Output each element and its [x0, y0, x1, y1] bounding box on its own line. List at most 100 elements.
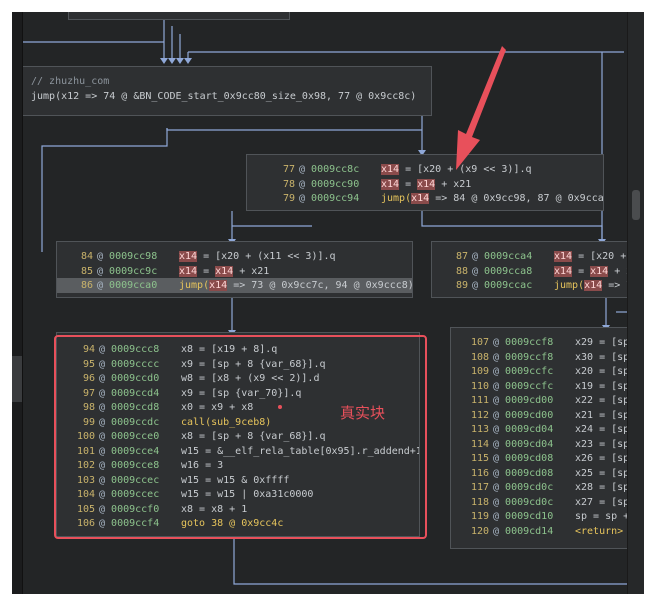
panel-grip[interactable]: [12, 356, 22, 402]
register-highlight: x14: [411, 193, 430, 204]
instruction-address: 0009cca8: [484, 265, 533, 277]
instruction-address: 0009ccac: [484, 280, 533, 291]
graph-canvas[interactable]: // zhuzhu_com jump(x12 => 74 @ &BN_CODE_…: [12, 12, 644, 594]
instruction-address: 0009cca4: [484, 251, 533, 262]
instruction-address: 0009cd04: [505, 438, 554, 450]
line-number: 84: [80, 251, 93, 262]
register-highlight: x14: [554, 251, 573, 262]
line-number: 107: [470, 337, 489, 348]
line-number: 87: [455, 251, 468, 262]
line-number: 85: [80, 265, 93, 277]
entry-jump: jump(x12 => 74 @ &BN_CODE_start_0x9cc80_…: [31, 91, 417, 102]
instruction-row[interactable]: 112@ 0009cd00x21 = [sp + 0: [451, 408, 643, 423]
instruction-address: 0009cd14: [505, 525, 554, 537]
line-number: 89: [455, 280, 468, 291]
instruction-address: 0009cc9c: [109, 265, 158, 277]
operand-text: =: [399, 178, 418, 190]
keyword: jump(: [179, 280, 210, 291]
register-highlight: x14: [215, 265, 234, 277]
block-comment: // zhuzhu_com: [31, 76, 110, 87]
instruction-row[interactable]: 114@ 0009cd04x23 = [sp + 0: [451, 437, 643, 452]
line-number: 86: [80, 280, 93, 291]
instruction-row[interactable]: 88@ 0009cca8x14 = x14 + x21: [432, 264, 643, 279]
line-number: 112: [470, 409, 489, 421]
left-panel-edge[interactable]: [12, 12, 23, 594]
line-number: 117: [470, 482, 489, 493]
register-highlight: x14: [179, 251, 198, 262]
instruction-address: 0009ccf8: [505, 337, 554, 348]
register-highlight: x14: [584, 280, 603, 291]
line-number: 77: [282, 164, 295, 175]
line-number: 115: [470, 453, 489, 464]
scrollbar-thumb[interactable]: [632, 190, 640, 220]
instruction-row[interactable]: 86 @ 0009cca0 jump(x14 => 73 @ 0x9cc7c, 94…: [57, 278, 412, 293]
block-top-partial[interactable]: [68, 12, 290, 20]
instruction-address: 0009cd04: [505, 424, 554, 435]
real-block-label: 真实块: [340, 404, 386, 422]
block-84[interactable]: 84 @ 0009cc98 x14 = [x20 + (x11 << 3)].q 85…: [56, 241, 413, 298]
instruction-row[interactable]: 116@ 0009cd08x25 = [sp + 0: [451, 466, 643, 481]
instruction-row[interactable]: 119@ 0009cd10sp = sp + 0x7: [451, 509, 643, 524]
operand-text: =: [572, 265, 591, 277]
register-highlight: x14: [179, 265, 198, 277]
instruction-row[interactable]: 107@ 0009ccf8x29 = [sp + 0: [451, 335, 643, 350]
keyword: jump(: [554, 280, 585, 291]
register-highlight: x14: [209, 280, 228, 291]
instruction-address: 0009ccfc: [505, 366, 554, 377]
line-number: 116: [470, 467, 489, 479]
line-number: 108: [470, 351, 489, 363]
line-number: 118: [470, 496, 489, 508]
block-107[interactable]: 107@ 0009ccf8x29 = [sp + 0108@ 0009ccf8x…: [450, 327, 644, 549]
block-77[interactable]: 77 @ 0009cc8c x14 = [x20 + (x9 << 3)].q 78 @…: [246, 154, 604, 211]
instruction-row[interactable]: 109@ 0009ccfcx20 = [sp + 0: [451, 364, 643, 379]
instruction-address: 0009cd08: [505, 453, 554, 464]
line-number: 114: [470, 438, 489, 450]
instruction-row[interactable]: 110@ 0009ccfcx19 = [sp + 0: [451, 379, 643, 394]
instruction-row[interactable]: 108@ 0009ccf8x30 = [sp + 0: [451, 350, 643, 365]
register-highlight: x14: [381, 164, 400, 175]
instruction-row[interactable]: 120@ 0009cd14<return> jump: [451, 524, 643, 539]
instruction-row[interactable]: 79 @ 0009cc94 jump(x14 => 84 @ 0x9cc98, 87…: [247, 191, 603, 206]
line-number: 88: [455, 265, 468, 277]
block-87[interactable]: 87 @ 0009cca4 x14 = [x20 + (x1 88 @ 0009cca8…: [431, 241, 644, 298]
instruction-row[interactable]: 111@ 0009cd00x22 = [sp + 0: [451, 393, 643, 408]
line-number: 119: [470, 511, 489, 522]
line-number: 113: [470, 424, 489, 435]
instruction-address: 0009cc90: [311, 178, 360, 190]
edge-entry-to-84: [41, 128, 168, 252]
instruction-address: 0009cc94: [311, 193, 360, 204]
instruction-address: 0009cd08: [505, 467, 554, 479]
operand-text: => 84 @ 0x9cc98, 87 @ 0x9cca4): [429, 193, 604, 204]
instruction-address: 0009cca0: [109, 280, 158, 291]
instruction-address: 0009cc98: [109, 251, 158, 262]
line-number: 120: [470, 525, 489, 537]
instruction-row[interactable]: 85 @ 0009cc9c x14 = x14 + x21: [57, 264, 412, 279]
vertical-scrollbar[interactable]: [627, 12, 644, 594]
instruction-row[interactable]: 118@ 0009cd0cx27 = [sp + 0: [451, 495, 643, 510]
red-arrow-annotation: [456, 46, 506, 170]
instruction-address: 0009cd00: [505, 395, 554, 406]
line-number: 78: [282, 178, 295, 190]
instruction-address: 0009ccf8: [505, 351, 554, 363]
line-number: 109: [470, 366, 489, 377]
operand-text: + x21: [435, 178, 472, 190]
instruction-row[interactable]: 117@ 0009cd0cx28 = [sp + 0: [451, 480, 643, 495]
instruction-address: 0009cc8c: [311, 164, 360, 175]
instruction-address: 0009cd00: [505, 409, 554, 421]
instruction-address: 0009cd10: [505, 511, 554, 522]
instruction-row[interactable]: 78 @ 0009cc90 x14 = x14 + x21: [247, 177, 603, 192]
block-entry[interactable]: // zhuzhu_com jump(x12 => 74 @ &BN_CODE_…: [20, 66, 432, 116]
instruction-row[interactable]: 77 @ 0009cc8c x14 = [x20 + (x9 << 3)].q: [247, 162, 603, 177]
highlight-box: [54, 335, 427, 539]
instruction-row[interactable]: 84 @ 0009cc98 x14 = [x20 + (x11 << 3)].q: [57, 249, 412, 264]
line-number: 111: [470, 395, 489, 406]
operand-text: => 73 @ 0x9cc7c, 94 @ 0x9ccc8): [227, 280, 413, 291]
register-highlight: x14: [417, 178, 436, 190]
instruction-row[interactable]: 89@ 0009ccacjump(x14 => 73 @: [432, 278, 643, 293]
highlight-dot: [278, 405, 282, 409]
edge-entry-join: [166, 128, 422, 131]
instruction-row[interactable]: 115@ 0009cd08x26 = [sp + 0: [451, 451, 643, 466]
instruction-row[interactable]: 113@ 0009cd04x24 = [sp + 0: [451, 422, 643, 437]
instruction-row[interactable]: 87 @ 0009cca4 x14 = [x20 + (x1: [432, 249, 643, 264]
register-highlight: x14: [381, 178, 400, 190]
